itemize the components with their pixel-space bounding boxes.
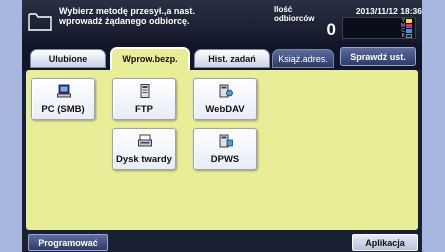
dpws-icon xyxy=(219,134,233,148)
method-hard-disk-button[interactable]: Dysk twardy xyxy=(112,128,176,170)
method-label: PC (SMB) xyxy=(41,104,85,115)
method-label: Dysk twardy xyxy=(116,154,172,165)
recipients-label: Ilość odbiorców xyxy=(274,5,315,23)
tab-job-history[interactable]: Hist. zadań xyxy=(194,49,270,68)
application-button[interactable]: Aplikacja xyxy=(352,234,418,251)
toner-black-icon xyxy=(406,34,412,38)
ftp-icon xyxy=(140,84,150,98)
tab-bar: Ulubione Wprow.bezp. Hist. zadań Książ.a… xyxy=(22,42,422,71)
method-ftp-button[interactable]: FTP xyxy=(112,78,176,120)
device-screen: Wybierz metodę przesył.,a nast. wprowadź… xyxy=(22,0,422,252)
tab-favorites[interactable]: Ulubione xyxy=(30,49,106,68)
method-dpws-button[interactable]: DPWS xyxy=(193,128,257,170)
method-webdav-button[interactable]: WebDAV xyxy=(193,78,257,120)
method-label: DPWS xyxy=(210,154,240,165)
datetime: 2013/11/12 18:36 xyxy=(355,6,422,16)
footer-bar: Programować Aplikacja xyxy=(22,230,422,252)
webdav-icon xyxy=(219,84,233,98)
toner-cyan-icon xyxy=(406,29,412,33)
pc-icon xyxy=(57,84,71,98)
method-pc-smb-button[interactable]: PC (SMB) xyxy=(31,78,95,120)
method-label: WebDAV xyxy=(205,104,245,115)
recipients-count: 0 xyxy=(326,20,336,39)
header-bar: Wybierz metodę przesył.,a nast. wprowadź… xyxy=(22,0,422,42)
toner-yellow-icon xyxy=(406,19,412,23)
toner-magenta-icon xyxy=(406,24,412,28)
folder-icon xyxy=(28,13,52,31)
check-settings-button[interactable]: Sprawdź ust. xyxy=(340,47,416,66)
toner-status: Y M C K xyxy=(342,17,416,39)
method-panel: PC (SMB) FTP WebDAV Dysk twardy DPWS xyxy=(26,70,418,230)
instruction-text: Wybierz metodę przesył.,a nast. wprowadź… xyxy=(59,6,195,26)
program-button[interactable]: Programować xyxy=(28,234,108,251)
hard-disk-icon xyxy=(138,134,152,147)
tab-direct-input[interactable]: Wprow.bezp. xyxy=(110,47,190,71)
toner-label-k: K xyxy=(401,33,405,39)
method-label: FTP xyxy=(135,104,153,115)
tab-address-book[interactable]: Książ.adres. xyxy=(272,49,334,68)
